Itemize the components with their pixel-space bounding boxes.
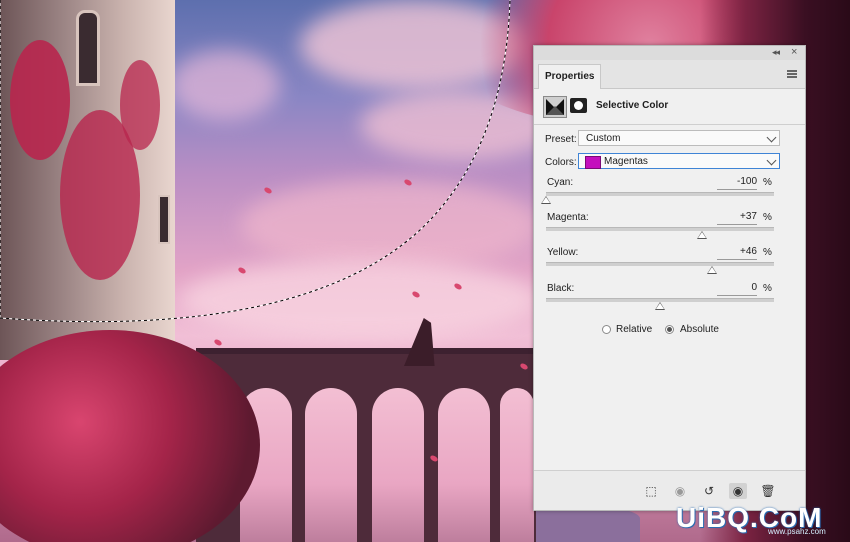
black-label: Black: <box>547 283 575 294</box>
colors-dropdown[interactable]: Magentas <box>578 153 780 169</box>
divider <box>534 124 805 125</box>
reset-icon[interactable]: ↺ <box>700 483 718 499</box>
magenta-unit: % <box>763 212 772 223</box>
yellow-label: Yellow: <box>547 247 579 258</box>
panel-title-bar[interactable]: ◂◂ × <box>534 46 805 60</box>
yellow-value-field[interactable]: +46 <box>717 246 757 260</box>
chevron-down-icon <box>766 155 777 166</box>
layer-mask-icon[interactable] <box>570 98 587 113</box>
watermark-url: www.psahz.com <box>768 527 826 536</box>
relative-radio[interactable] <box>602 325 611 334</box>
cyan-unit: % <box>763 177 772 188</box>
relative-label: Relative <box>616 324 653 335</box>
magenta-value-field[interactable]: +37 <box>717 211 757 225</box>
yellow-slider-track[interactable] <box>546 262 774 274</box>
magenta-slider-track[interactable] <box>546 227 774 239</box>
cyan-label: Cyan: <box>547 177 574 188</box>
black-unit: % <box>763 283 772 294</box>
panel-menu-icon[interactable] <box>787 70 797 78</box>
black-slider-thumb[interactable] <box>655 302 665 310</box>
selective-color-adjustment-icon[interactable] <box>543 96 567 118</box>
preset-value: Custom <box>586 133 621 144</box>
colors-value: Magentas <box>604 156 648 167</box>
chevron-down-icon <box>766 132 777 143</box>
panel-tab-bar: Properties <box>534 60 805 89</box>
cyan-value-field[interactable]: -100 <box>717 176 757 190</box>
black-value-field[interactable]: 0 <box>717 282 757 296</box>
cyan-slider-track[interactable] <box>541 192 774 204</box>
visibility-eye-icon[interactable]: ◉ <box>729 483 747 499</box>
close-icon[interactable]: × <box>791 46 797 58</box>
preset-label: Preset: <box>545 134 577 145</box>
magenta-slider-thumb[interactable] <box>697 231 708 239</box>
cyan-slider-thumb[interactable] <box>541 196 551 204</box>
preset-dropdown[interactable]: Custom <box>578 130 780 146</box>
yellow-unit: % <box>763 247 772 258</box>
yellow-slider-thumb[interactable] <box>707 266 718 274</box>
colors-label: Colors: <box>545 157 577 168</box>
magenta-label: Magenta: <box>547 212 589 223</box>
black-slider-track[interactable] <box>546 298 774 310</box>
tab-properties[interactable]: Properties <box>538 64 602 89</box>
clip-to-layer-icon[interactable]: ⬚ <box>642 483 660 499</box>
double-chevron-icon[interactable]: ◂◂ <box>772 47 780 58</box>
view-previous-icon[interactable]: ◉ <box>671 483 689 499</box>
trash-icon[interactable]: 🗑 <box>759 483 777 499</box>
absolute-radio[interactable] <box>665 325 674 334</box>
color-swatch <box>585 156 601 169</box>
absolute-label: Absolute <box>680 324 719 335</box>
properties-panel: ◂◂ × Properties Selective Color Preset: … <box>533 45 806 511</box>
adjustment-title: Selective Color <box>596 100 669 111</box>
